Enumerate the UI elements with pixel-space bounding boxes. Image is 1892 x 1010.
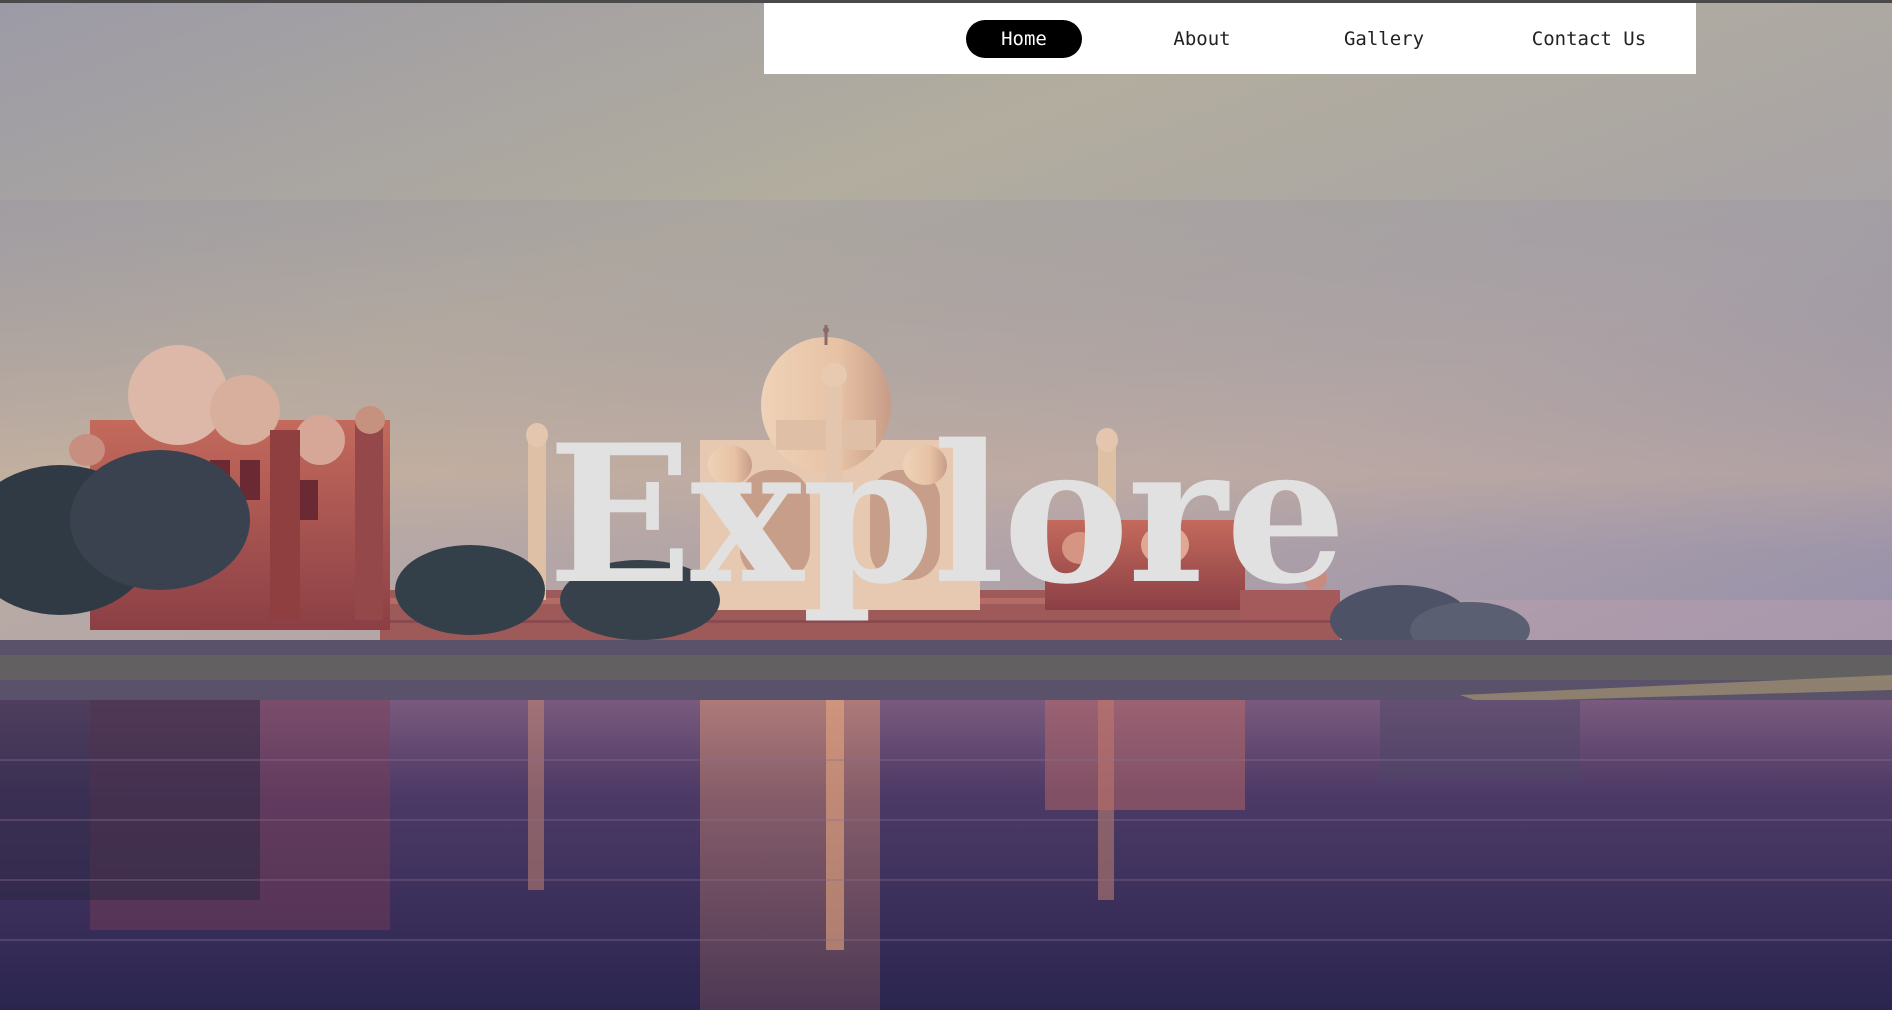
navbar: Home About Gallery Contact Us: [764, 3, 1696, 74]
nav-item-about[interactable]: About: [1142, 20, 1262, 58]
nav-item-contact-us[interactable]: Contact Us: [1506, 20, 1672, 58]
page: Home About Gallery Contact Us Explore: [0, 0, 1892, 1010]
nav-item-gallery[interactable]: Gallery: [1314, 20, 1454, 58]
hero-title: Explore: [547, 403, 1347, 626]
nav-list: Home About Gallery Contact Us: [764, 3, 1696, 74]
nav-item-home[interactable]: Home: [966, 20, 1082, 58]
